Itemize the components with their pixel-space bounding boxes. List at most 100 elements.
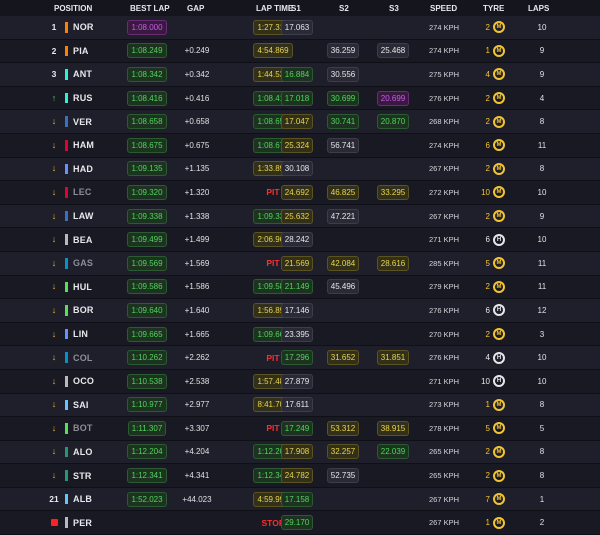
best-lap-cell: 1:08.342 [127,63,167,86]
speed-cell: 276 KPH [424,299,464,322]
table-row[interactable]: ↓ LEC 1:09.320 +1.320 PIT 24.692 46.825 33.295 2… [0,181,600,205]
tyre-age-cell: 1 [476,40,490,63]
sector-1-time: 17.018 [280,90,314,106]
best-lap-cell: 1:09.569 [127,252,167,275]
gap-value: +1.499 [184,235,210,245]
position-down-arrow-icon: ↓ [51,186,57,197]
speed-cell: 268 KPH [424,110,464,133]
s1-cell: 17.249 [280,417,314,440]
driver-code: NOR [73,22,94,33]
laps-cell: 11 [532,252,552,275]
team-color-bar [65,493,68,505]
position-down-arrow-icon: ↓ [51,163,57,174]
lap-time: PIT [266,352,280,363]
tyre-cell: M [492,134,506,157]
position-down-arrow-icon: ↓ [51,304,57,315]
table-row[interactable]: ↓ SAI 1:10.977 +2.977 8:41.702 17.611 273 KPH 1… [0,393,600,418]
table-row[interactable]: ↓ COL 1:10.262 +2.262 PIT 17.296 31.652 31.851 2… [0,346,600,370]
speed-cell: 276 KPH [424,87,464,110]
laps-cell: 10 [532,16,552,39]
table-row[interactable]: ↓ BOT 1:11.307 +3.307 PIT 17.249 53.312 38.915 2… [0,417,600,441]
laps-count: 10 [537,235,547,245]
table-row[interactable]: ↓ HAD 1:09.135 +1.135 1:33.898 30.108 267 KPH 2… [0,157,600,182]
sector-3-time: 25.468 [376,43,410,59]
table-row[interactable]: 1 NOR 1:08.000 1:27.316 17.063 274 KPH 2 M 10 [0,16,600,40]
tyre-cell: H [492,370,506,393]
best-lap-cell: 1:09.640 [127,299,167,322]
position-number: 3 [51,69,57,80]
s1-cell: 17.158 [280,488,314,511]
tyre-cell: M [492,441,506,464]
table-row[interactable]: ↓ BEA 1:09.499 +1.499 2:06.962 28.242 271 KPH 6… [0,228,600,252]
header-speed: SPEED [430,3,458,13]
table-row[interactable]: ↓ HUL 1:09.586 +1.586 1:09.586 21.149 45.496 27… [0,275,600,300]
laps-count: 10 [537,353,547,363]
team-color-bar [65,470,68,481]
s3-cell [376,323,410,346]
table-row[interactable]: ↓ GAS 1:09.569 +1.569 PIT 21.569 42.084 28.616 2… [0,251,600,276]
table-row[interactable]: ↓ BOR 1:09.640 +1.640 1:56.894 17.146 276 KPH 6… [0,299,600,323]
hard-tyre-icon: H [493,351,505,364]
best-lap-cell: 1:08.416 [127,87,167,110]
table-row[interactable]: ↓ VER 1:08.658 +0.658 1:08.658 17.047 30.741 20… [0,110,600,134]
tyre-age: 2 [485,164,490,174]
hard-tyre-icon: H [493,375,505,388]
table-row[interactable]: ↓ STR 1:12.341 +4.341 1:12.341 24.782 52.735 26… [0,464,600,488]
tyre-age: 1 [485,518,490,528]
table-row[interactable]: ↓ LAW 1:09.338 +1.338 1:09.338 25.632 47.221 26… [0,204,600,229]
laps-count: 3 [539,329,545,339]
s1-cell: 17.146 [280,299,314,322]
tyre-age-cell: 2 [476,276,490,299]
gap-value: +44.023 [182,494,212,504]
laps-cell: 9 [532,40,552,63]
s3-cell [376,394,410,417]
tyre-age-cell: 2 [476,110,490,133]
table-row[interactable]: 21 ALB 1:52.023 +44.023 4:59.992 17.158 267 KP… [0,487,600,512]
gap-cell: +2.538 [176,370,218,393]
gap-cell: +1.586 [176,276,218,299]
header-lap-time: LAP TIME [256,3,294,13]
gap-value: +2.977 [184,400,210,410]
best-lap-cell: 1:08.000 [127,16,167,39]
tyre-age: 2 [485,447,490,457]
best-lap-time: 1:10.977 [127,397,167,413]
sector-2-time: 30.556 [326,66,360,82]
team-color-bar [65,69,68,80]
sector-3-time: 22.039 [376,444,410,460]
laps-count: 5 [539,423,545,433]
team-color-bar [65,399,68,411]
table-row[interactable]: ↓ OCO 1:10.538 +2.538 1:57.486 27.879 271 KPH 1… [0,369,600,394]
laps-cell: 5 [532,417,552,440]
gap-cell: +1.499 [176,228,218,251]
driver-code: STR [73,470,92,481]
s2-cell: 52.735 [326,464,360,487]
sector-1-time: 25.324 [280,137,314,153]
best-lap-cell: 1:12.204 [127,441,167,464]
speed-value: 273 KPH [428,400,460,410]
medium-tyre-icon: M [493,68,505,81]
tyre-age: 2 [485,282,490,292]
table-row[interactable]: ↓ ALO 1:12.204 +4.204 1:12.204 17.908 32.257 22… [0,440,600,465]
speed-value: 265 KPH [428,471,460,481]
laps-cell: 11 [532,276,552,299]
laps-count: 4 [539,93,545,103]
table-row[interactable]: ↓ HAM 1:08.675 +0.675 1:08.675 25.324 56.741 27… [0,133,600,158]
best-lap-cell: 1:10.262 [127,346,167,369]
s2-cell: 46.825 [326,181,360,204]
s3-cell: 31.851 [376,346,410,369]
header-tyre: TYRE [483,3,505,13]
s2-cell [326,299,360,322]
s2-cell: 42.084 [326,252,360,275]
table-row[interactable]: ↑ RUS 1:08.416 +0.416 1:08.416 17.018 30.699 20… [0,86,600,111]
sector-3-time: 38.915 [376,420,410,436]
best-lap-cell: 1:08.675 [127,134,167,157]
driver-code: HUL [73,281,93,292]
table-row[interactable]: 2 PIA 1:08.249 +0.249 4:54.869 36.259 25.468 27… [0,39,600,64]
table-row[interactable]: ↓ LIN 1:09.665 +1.665 1:09.665 23.395 270 KPH 2… [0,322,600,347]
gap-cell: +1.338 [176,205,218,228]
speed-value: 274 KPH [428,140,460,150]
laps-cell: 10 [532,346,552,369]
hard-tyre-icon: H [493,233,505,246]
table-row[interactable]: 3 ANT 1:08.342 +0.342 1:44.538 16.884 30.556 27… [0,63,600,87]
laps-count: 9 [539,211,545,221]
